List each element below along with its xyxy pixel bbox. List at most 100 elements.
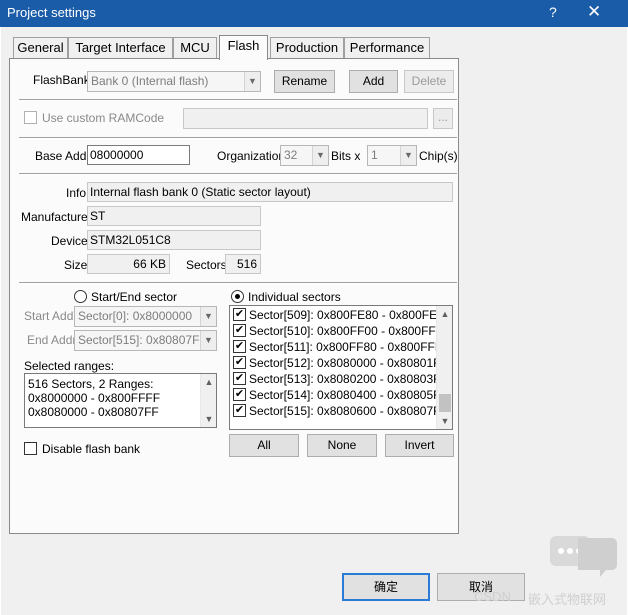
scroll-up-icon[interactable]: ▲: [437, 306, 452, 322]
size-label: Size: [64, 258, 88, 272]
selected-ranges-textarea[interactable]: 516 Sectors, 2 Ranges: 0x8000000 - 0x800…: [24, 373, 217, 428]
tab-flash[interactable]: Flash: [219, 35, 268, 60]
divider: [19, 173, 457, 175]
flashbank-select[interactable]: Bank 0 (Internal flash) ▼: [87, 71, 261, 92]
scroll-up-icon[interactable]: ▲: [201, 374, 216, 390]
list-item[interactable]: ✔ Sector[511]: 0x800FF80 - 0x800FFFF: [233, 339, 450, 355]
rename-button[interactable]: Rename: [274, 70, 335, 93]
end-addr-select[interactable]: Sector[515]: 0x80807FF ▼: [74, 330, 217, 351]
end-addr-label: End Addr: [27, 333, 77, 347]
sector-checkbox[interactable]: ✔: [233, 372, 246, 386]
list-item[interactable]: ✔ Sector[515]: 0x8080600 - 0x80807FF: [233, 403, 448, 419]
scroll-down-icon[interactable]: ▼: [437, 413, 452, 429]
delete-button[interactable]: Delete: [404, 70, 454, 93]
scroll-down-icon[interactable]: ▼: [201, 411, 216, 427]
help-button[interactable]: ?: [549, 4, 557, 20]
organization-value: 32: [284, 148, 298, 162]
ramcode-path-field[interactable]: [183, 108, 428, 129]
sector-checkbox[interactable]: ✔: [233, 404, 246, 418]
scroll-thumb[interactable]: [439, 394, 451, 412]
start-addr-label: Start Addr: [24, 309, 78, 323]
flashbank-value: Bank 0 (Internal flash): [91, 74, 209, 88]
base-addr-label: Base Addr: [35, 149, 91, 163]
sector-label: Sector[513]: 0x8080200 - 0x80803FF: [249, 372, 448, 386]
custom-ramcode-label: Use custom RAMCode: [42, 111, 165, 125]
individual-sectors-label: Individual sectors: [248, 290, 341, 304]
chevron-down-icon: ▼: [200, 331, 216, 350]
ok-button[interactable]: 确定: [342, 573, 430, 601]
select-all-button[interactable]: All: [229, 434, 299, 457]
sector-checkbox[interactable]: ✔: [233, 308, 246, 322]
title-bar: Project settings ? ✕: [0, 0, 628, 27]
info-field: Internal flash bank 0 (Static sector lay…: [87, 182, 453, 202]
organization-label: Organization: [217, 149, 286, 163]
range-line: 0x8080000 - 0x80807FF: [28, 405, 159, 419]
manufacturer-field: ST: [87, 206, 261, 226]
end-addr-value: Sector[515]: 0x80807FF: [78, 333, 207, 347]
list-item[interactable]: ✔ Sector[510]: 0x800FF00 - 0x800FF7F: [233, 323, 450, 339]
chevron-down-icon: ▼: [244, 72, 260, 91]
tab-target-interface[interactable]: Target Interface: [68, 37, 173, 59]
size-field: 66 KB: [87, 254, 170, 274]
tab-performance[interactable]: Performance: [344, 37, 430, 59]
sectors-label: Sectors: [186, 258, 227, 272]
organization-select[interactable]: 32 ▼: [280, 145, 329, 166]
sector-label: Sector[509]: 0x800FE80 - 0x800FEFF: [249, 308, 452, 322]
manufacturer-label: Manufacturer: [21, 210, 92, 224]
base-addr-input[interactable]: 08000000: [87, 145, 190, 165]
divider: [19, 282, 457, 284]
range-line: 516 Sectors, 2 Ranges:: [28, 377, 154, 391]
close-button[interactable]: ✕: [587, 2, 601, 22]
sector-checkbox[interactable]: ✔: [233, 324, 246, 338]
divider: [19, 137, 457, 139]
sector-checkbox[interactable]: ✔: [233, 388, 246, 402]
list-item[interactable]: ✔ Sector[512]: 0x8080000 - 0x80801FF: [233, 355, 448, 371]
sector-label: Sector[511]: 0x800FF80 - 0x800FFFF: [249, 340, 450, 354]
start-end-label: Start/End sector: [91, 290, 178, 304]
flashbank-label: FlashBank: [33, 73, 90, 87]
sector-checkbox[interactable]: ✔: [233, 356, 246, 370]
list-item[interactable]: ✔ Sector[509]: 0x800FE80 - 0x800FEFF: [233, 307, 452, 323]
window-title: Project settings: [7, 5, 96, 20]
custom-ramcode-checkbox[interactable]: [24, 111, 37, 124]
chips-value: 1: [371, 148, 378, 162]
tab-production[interactable]: Production: [270, 37, 344, 59]
individual-sectors-radio[interactable]: [231, 290, 244, 303]
chevron-down-icon: ▼: [312, 146, 328, 165]
chips-select[interactable]: 1 ▼: [367, 145, 417, 166]
sector-label: Sector[514]: 0x8080400 - 0x80805FF: [249, 388, 448, 402]
bits-x-label: Bits x: [331, 149, 361, 163]
chevron-down-icon: ▼: [400, 146, 416, 165]
list-item[interactable]: ✔ Sector[513]: 0x8080200 - 0x80803FF: [233, 371, 448, 387]
sectors-field: 516: [225, 254, 261, 274]
disable-flash-bank-checkbox[interactable]: [24, 442, 37, 455]
ranges-scrollbar[interactable]: ▲ ▼: [200, 374, 216, 427]
watermark-account: 嵌入式物联网: [528, 592, 607, 607]
tab-mcu[interactable]: MCU: [173, 37, 217, 59]
watermark-csdn: CSDN: [474, 589, 511, 604]
select-none-button[interactable]: None: [307, 434, 377, 457]
selected-ranges-label: Selected ranges:: [24, 359, 115, 373]
sector-label: Sector[515]: 0x8080600 - 0x80807FF: [249, 404, 448, 418]
invert-selection-button[interactable]: Invert: [385, 434, 454, 457]
chat-bubble-icon: [550, 536, 617, 577]
sector-checkbox[interactable]: ✔: [233, 340, 246, 354]
divider: [19, 99, 457, 101]
sector-list[interactable]: ✔ Sector[509]: 0x800FE80 - 0x800FEFF ✔ Sec…: [229, 305, 453, 430]
start-addr-value: Sector[0]: 0x8000000: [78, 309, 193, 323]
chevron-down-icon: ▼: [200, 307, 216, 326]
disable-flash-bank-label: Disable flash bank: [42, 442, 141, 456]
info-label: Info: [66, 186, 87, 200]
device-field: STM32L051C8: [87, 230, 261, 250]
start-addr-select[interactable]: Sector[0]: 0x8000000 ▼: [74, 306, 217, 327]
chips-label: Chip(s): [419, 149, 458, 163]
sector-label: Sector[510]: 0x800FF00 - 0x800FF7F: [249, 324, 450, 338]
sector-list-scrollbar[interactable]: ▲ ▼: [436, 306, 452, 429]
range-line: 0x8000000 - 0x800FFFF: [28, 391, 161, 405]
browse-button[interactable]: ...: [433, 108, 453, 129]
start-end-radio[interactable]: [74, 290, 87, 303]
list-item[interactable]: ✔ Sector[514]: 0x8080400 - 0x80805FF: [233, 387, 448, 403]
add-button[interactable]: Add: [349, 70, 398, 93]
tab-general[interactable]: General: [13, 37, 68, 59]
sector-label: Sector[512]: 0x8080000 - 0x80801FF: [249, 356, 448, 370]
